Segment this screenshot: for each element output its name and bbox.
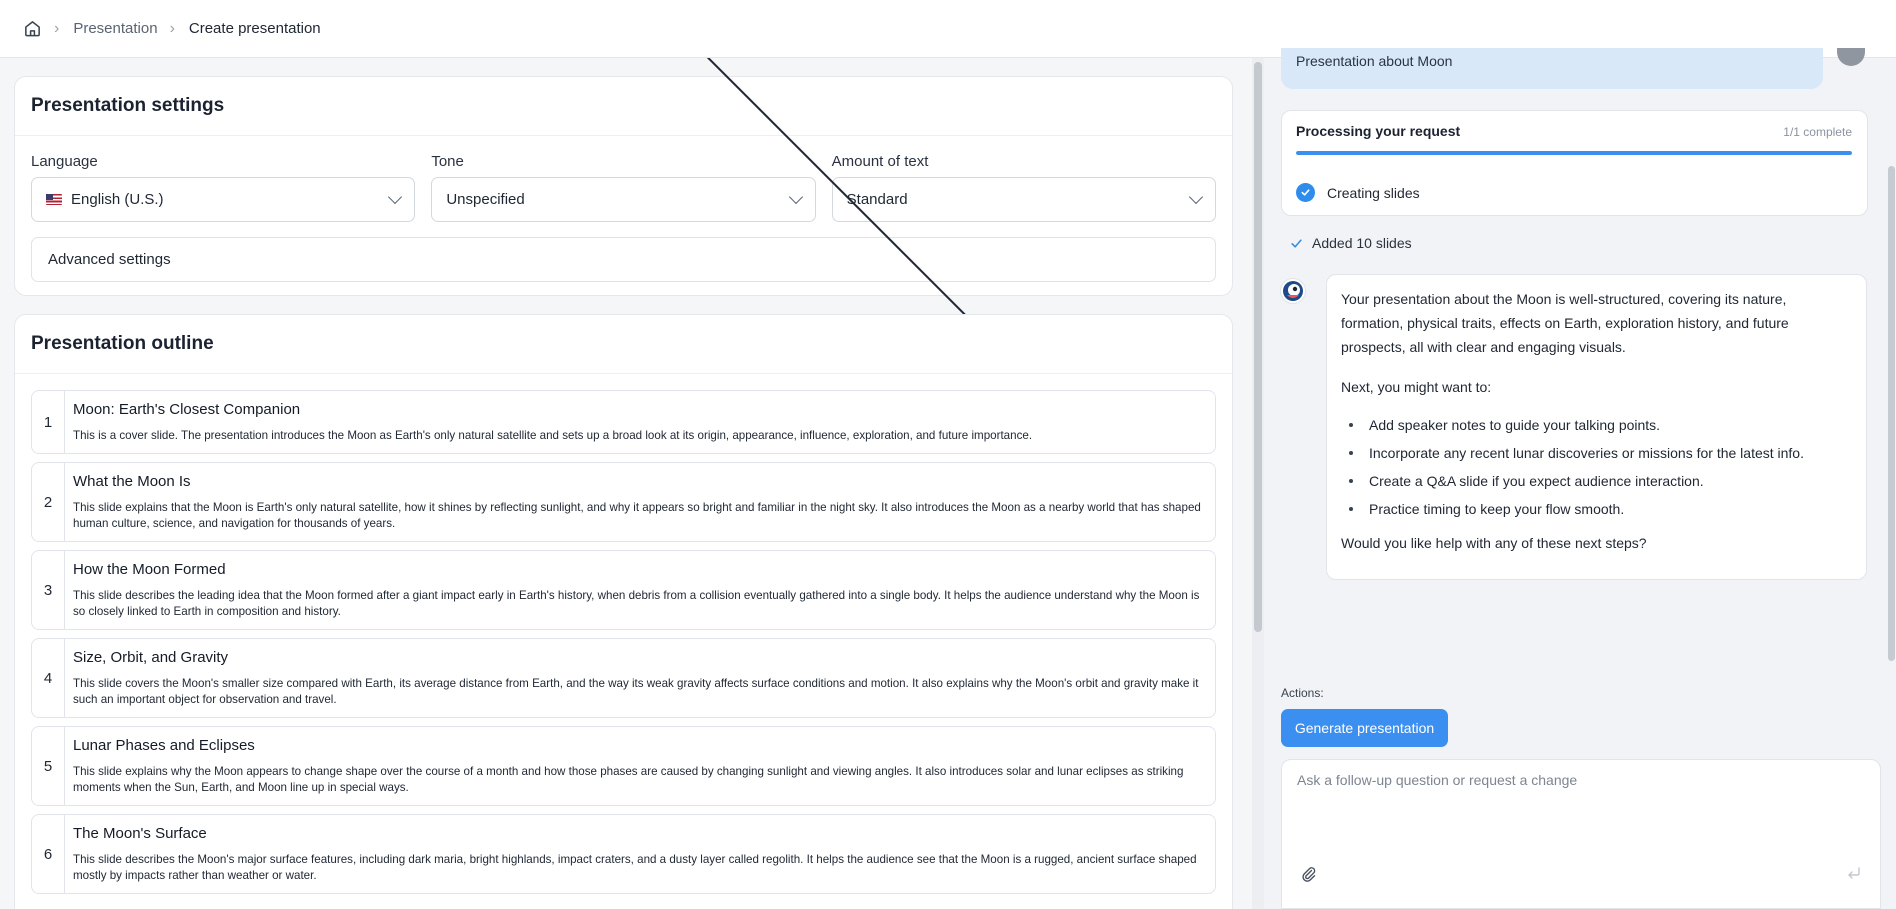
breadcrumb-current: Create presentation <box>188 20 321 37</box>
process-step-label: Creating slides <box>1327 184 1420 201</box>
chat-scrollbar[interactable] <box>1886 58 1896 909</box>
followup-box <box>1281 759 1881 909</box>
list-item: Incorporate any recent lunar discoveries… <box>1341 441 1852 465</box>
tone-field: Tone Unspecified <box>431 153 816 222</box>
outline-item[interactable]: 3 How the Moon Formed This slide describ… <box>31 550 1216 630</box>
chat-scrollbar-thumb[interactable] <box>1888 166 1895 661</box>
chevron-right-icon: › <box>54 19 60 37</box>
outline-item[interactable]: 4 Size, Orbit, and Gravity This slide co… <box>31 638 1216 718</box>
settings-title: Presentation settings <box>31 95 225 116</box>
settings-fields: Language English (U.S.) Tone Unspecified… <box>31 153 1216 222</box>
outline-item-desc: This slide describes the Moon's major su… <box>73 853 1197 882</box>
progress-bar <box>1296 151 1852 155</box>
tone-label: Tone <box>431 153 464 170</box>
chevron-down-icon <box>788 189 803 205</box>
outline-list: 1 Moon: Earth's Closest Companion This i… <box>31 390 1216 902</box>
outline-item[interactable]: 2 What the Moon Is This slide explains t… <box>31 462 1216 542</box>
amount-select[interactable]: Standard <box>831 177 1216 222</box>
us-flag-icon <box>46 194 62 205</box>
outline-item[interactable]: 5 Lunar Phases and Eclipses This slide e… <box>31 726 1216 806</box>
assistant-paragraph: Your presentation about the Moon is well… <box>1341 291 1789 355</box>
left-scrollbar[interactable] <box>1252 58 1264 909</box>
actions-label: Actions: <box>1281 686 1324 700</box>
avatar <box>1837 48 1865 66</box>
outline-item-title: Size, Orbit, and Gravity <box>73 649 229 666</box>
outline-item-body: What the Moon Is This slide explains tha… <box>65 463 1215 541</box>
outline-item-title: Lunar Phases and Eclipses <box>73 737 255 754</box>
followup-input[interactable] <box>1297 772 1857 788</box>
tone-value: Unspecified <box>446 191 525 208</box>
added-status: Added 10 slides <box>1290 235 1412 251</box>
generate-presentation-button[interactable]: Generate presentation <box>1281 709 1448 747</box>
user-message: Presentation about Moon <box>1281 48 1823 89</box>
outline-item-desc: This slide explains that the Moon is Ear… <box>73 501 1201 530</box>
settings-header: Presentation settings <box>15 77 1232 136</box>
outline-item[interactable]: 1 Moon: Earth's Closest Companion This i… <box>31 390 1216 454</box>
progress-fill <box>1296 151 1852 155</box>
amount-label: Amount of text <box>831 153 929 170</box>
outline-item-desc: This slide describes the leading idea th… <box>73 589 1200 618</box>
assistant-paragraph: Would you like help with any of these ne… <box>1341 535 1647 551</box>
left-scrollbar-thumb[interactable] <box>1254 62 1262 632</box>
chevron-right-icon: › <box>169 19 175 37</box>
chevron-down-icon <box>1188 189 1204 205</box>
outline-item-number: 1 <box>32 391 65 453</box>
outline-item-desc: This is a cover slide. The presentation … <box>73 429 1033 442</box>
outline-item-number: 4 <box>32 639 65 717</box>
assistant-paragraph: Next, you might want to: <box>1341 379 1492 395</box>
outline-item-body: The Moon's Surface This slide describes … <box>65 815 1215 893</box>
check-circle-icon <box>1296 183 1315 202</box>
outline-card: Presentation outline 1 Moon: Earth's Clo… <box>14 314 1233 909</box>
tone-select[interactable]: Unspecified <box>431 177 816 222</box>
outline-item-body: Size, Orbit, and Gravity This slide cove… <box>65 639 1215 717</box>
language-value: English (U.S.) <box>71 191 164 208</box>
outline-item-number: 6 <box>32 815 65 893</box>
chevron-down-icon <box>388 189 403 205</box>
chat-pane: Presentation about Moon Processing your … <box>1264 48 1896 909</box>
language-select[interactable]: English (U.S.) <box>31 177 416 222</box>
outline-item-desc: This slide covers the Moon's smaller siz… <box>73 677 1199 706</box>
advanced-settings-label: Advanced settings <box>48 251 171 268</box>
outline-item-title: Moon: Earth's Closest Companion <box>73 401 301 418</box>
list-item: Practice timing to keep your flow smooth… <box>1341 497 1852 521</box>
language-label: Language <box>31 153 98 170</box>
outline-item-body: Lunar Phases and Eclipses This slide exp… <box>65 727 1215 805</box>
list-item: Add speaker notes to guide your talking … <box>1341 413 1852 437</box>
outline-item-number: 3 <box>32 551 65 629</box>
added-status-label: Added 10 slides <box>1312 235 1412 251</box>
outline-header: Presentation outline <box>15 315 1232 374</box>
outline-item-body: How the Moon Formed This slide describes… <box>65 551 1215 629</box>
left-pane: Presentation settings Language English (… <box>0 58 1252 909</box>
list-item: Create a Q&A slide if you expect audienc… <box>1341 469 1852 493</box>
send-icon[interactable] <box>1839 858 1869 888</box>
outline-item-number: 5 <box>32 727 65 805</box>
outline-item-body: Moon: Earth's Closest Companion This is … <box>65 391 1215 453</box>
outline-item-title: The Moon's Surface <box>73 825 207 842</box>
outline-item-title: How the Moon Formed <box>73 561 226 578</box>
processing-title: Processing your request <box>1296 123 1461 139</box>
home-icon[interactable] <box>22 19 42 39</box>
outline-item-desc: This slide explains why the Moon appears… <box>73 765 1184 794</box>
suggestion-list: Add speaker notes to guide your talking … <box>1341 413 1852 521</box>
amount-value: Standard <box>846 191 908 208</box>
advanced-settings-toggle[interactable]: Advanced settings <box>31 58 1216 465</box>
outline-item[interactable]: 6 The Moon's Surface This slide describe… <box>31 814 1216 894</box>
outline-title: Presentation outline <box>31 333 214 354</box>
check-icon <box>1291 238 1302 248</box>
processing-card: Processing your request 1/1 complete Cre… <box>1281 110 1868 216</box>
outline-item-title: What the Moon Is <box>73 473 191 490</box>
breadcrumb-presentation[interactable]: Presentation <box>73 20 157 37</box>
amount-field: Amount of text Standard <box>831 153 1216 222</box>
paperclip-icon[interactable] <box>1301 866 1319 884</box>
process-step: Creating slides <box>1296 183 1420 202</box>
processing-count: 1/1 complete <box>1783 125 1852 139</box>
settings-card: Presentation settings Language English (… <box>14 58 1233 465</box>
outline-item-number: 2 <box>32 463 65 541</box>
language-field: Language English (U.S.) <box>31 153 416 222</box>
assistant-avatar-icon <box>1280 278 1306 304</box>
assistant-message: Your presentation about the Moon is well… <box>1326 274 1867 580</box>
